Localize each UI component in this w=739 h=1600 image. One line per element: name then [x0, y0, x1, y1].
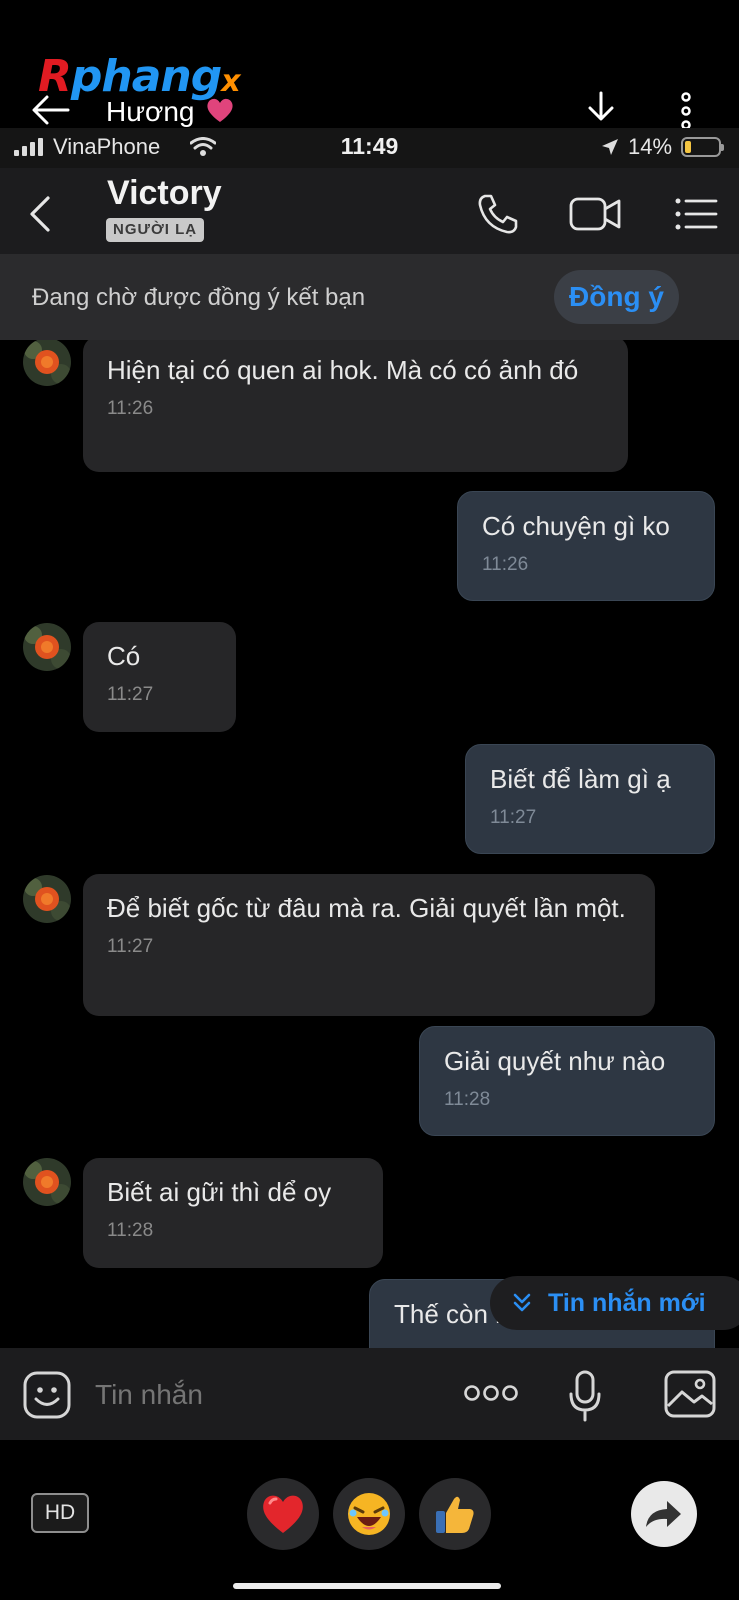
- thumbs-up-icon: [436, 1496, 474, 1533]
- battery-percent: 14%: [628, 134, 673, 159]
- message-text: Hiện tại có quen ai hok. Mà có có ảnh đó: [107, 355, 579, 385]
- back-chevron-icon[interactable]: [26, 194, 56, 234]
- message-text: Biết ai gữi thì dể oy: [107, 1177, 332, 1207]
- location-arrow-icon: [600, 137, 620, 162]
- message-time: 11:26: [482, 554, 529, 575]
- video-call-icon[interactable]: [569, 194, 623, 234]
- message-text: Biết để làm gì ạ: [490, 764, 671, 794]
- heart-emoji-icon: [263, 1495, 303, 1533]
- react-like-button[interactable]: [419, 1478, 491, 1550]
- contact-avatar[interactable]: [23, 875, 71, 923]
- share-arrow-icon: [646, 1501, 681, 1527]
- message-text: Giải quyết như nào: [444, 1046, 666, 1076]
- message-list[interactable]: Hiện tại có quen ai hok. Mà có có ảnh đó…: [0, 340, 739, 1348]
- contact-avatar[interactable]: [23, 1158, 71, 1206]
- overlay-back-icon[interactable]: [30, 92, 70, 128]
- heart-icon: [205, 96, 235, 124]
- overlay-name: Hương: [106, 96, 195, 127]
- chat-options-list-icon[interactable]: [674, 196, 718, 232]
- message-time: 11:27: [107, 684, 154, 705]
- message-time: 11:28: [444, 1089, 491, 1110]
- react-heart-button[interactable]: [247, 1478, 319, 1550]
- brand-part2: phang: [70, 51, 222, 102]
- image-gallery-icon[interactable]: [664, 1370, 716, 1418]
- brand-part3: x: [221, 64, 240, 99]
- contact-name[interactable]: Victory: [107, 174, 222, 213]
- share-forward-button[interactable]: [631, 1481, 697, 1547]
- contact-avatar[interactable]: [23, 340, 71, 386]
- more-options-icon[interactable]: [463, 1382, 519, 1404]
- message-time: 11:27: [107, 936, 154, 957]
- hd-quality-toggle[interactable]: HD: [31, 1493, 89, 1533]
- message-time: 11:26: [107, 398, 154, 419]
- friend-request-text: Đang chờ được đồng ý kết bạn: [32, 284, 366, 311]
- react-laugh-button[interactable]: [333, 1478, 405, 1550]
- outgoing-message[interactable]: Có chuyện gì ko 11:26: [457, 491, 715, 601]
- incoming-message[interactable]: Hiện tại có quen ai hok. Mà có có ảnh đó…: [83, 340, 628, 472]
- stranger-badge: NGƯỜI LẠ: [106, 218, 205, 242]
- message-text: Có: [107, 641, 141, 671]
- microphone-icon[interactable]: [568, 1370, 602, 1422]
- incoming-message[interactable]: Để biết gốc từ đâu mà ra. Giải quyết lần…: [83, 874, 655, 1016]
- incoming-message[interactable]: Có 11:27: [83, 622, 236, 732]
- outgoing-message[interactable]: Giải quyết như nào 11:28: [419, 1026, 715, 1136]
- message-text: Để biết gốc từ đâu mà ra. Giải quyết lần…: [107, 893, 626, 923]
- battery-icon: [681, 137, 724, 157]
- accept-friend-button[interactable]: Đồng ý: [554, 270, 679, 324]
- double-chevron-down-icon: [512, 1276, 532, 1350]
- message-input[interactable]: [93, 1378, 427, 1412]
- phone-call-icon[interactable]: [476, 192, 520, 236]
- outgoing-message[interactable]: Biết để làm gì ạ 11:27: [465, 744, 715, 854]
- new-messages-button[interactable]: Tin nhắn mới: [490, 1276, 739, 1330]
- incoming-message[interactable]: Biết ai gữi thì dể oy 11:28: [83, 1158, 383, 1268]
- message-time: 11:27: [490, 807, 537, 828]
- message-time: 11:28: [107, 1220, 154, 1241]
- home-indicator: [233, 1583, 501, 1589]
- emoji-sticker-icon[interactable]: [22, 1370, 72, 1420]
- laughing-emoji-icon: [348, 1493, 390, 1535]
- more-vertical-icon[interactable]: [680, 92, 692, 130]
- message-text: Có chuyện gì ko: [482, 511, 670, 541]
- new-messages-label: Tin nhắn mới: [548, 1289, 706, 1317]
- contact-avatar[interactable]: [23, 623, 71, 671]
